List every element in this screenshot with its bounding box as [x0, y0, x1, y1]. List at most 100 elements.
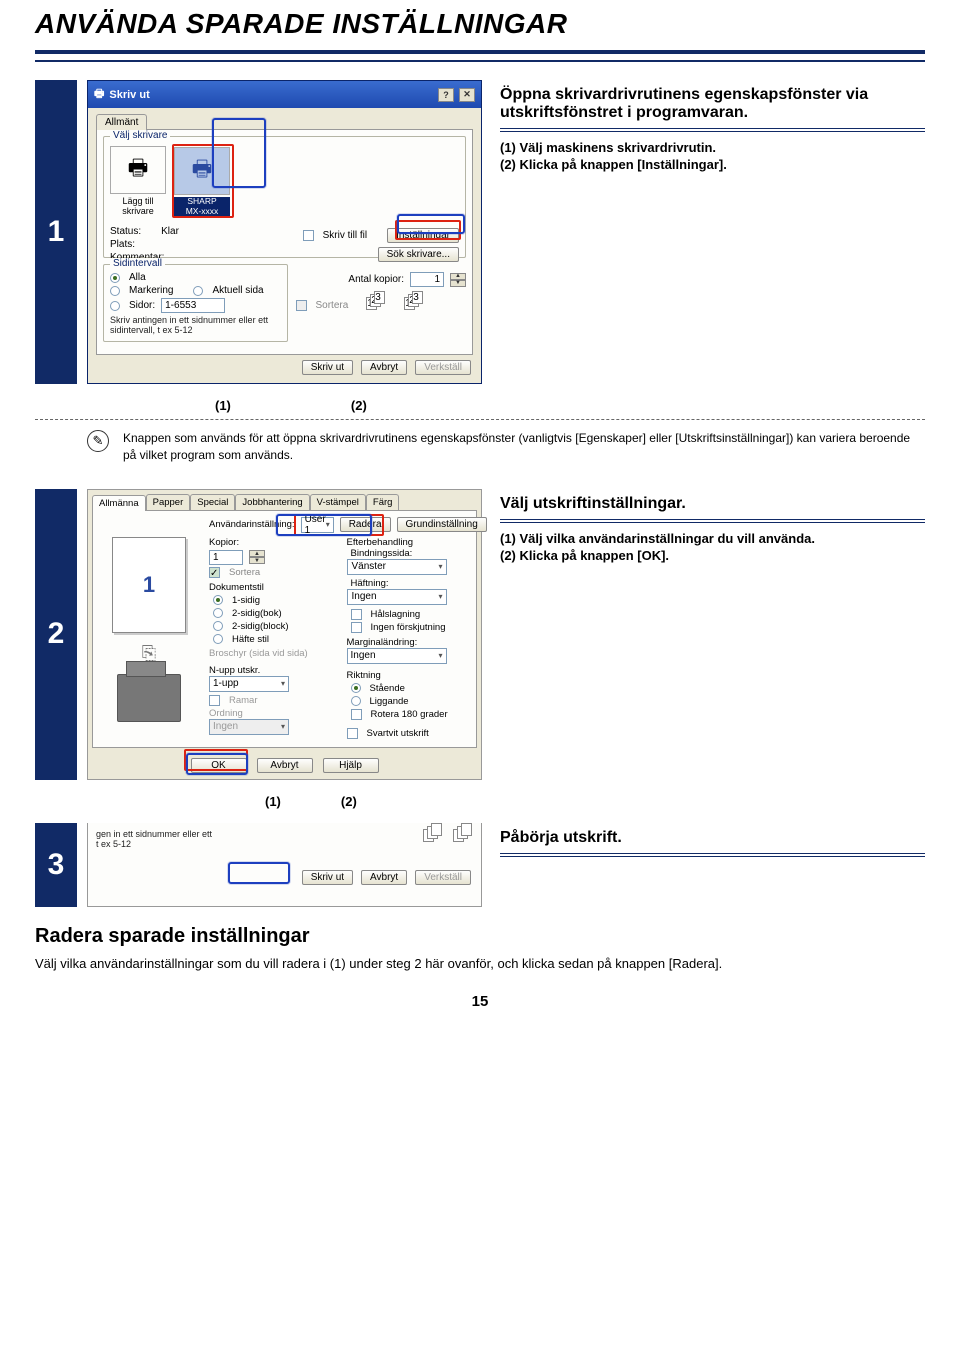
radio-landscape[interactable]	[351, 696, 361, 706]
hint3-2: t ex 5-12	[96, 839, 212, 849]
tab-vstampel[interactable]: V-stämpel	[310, 494, 366, 510]
pages-field[interactable]	[161, 298, 225, 313]
cancel-button-3[interactable]: Avbryt	[361, 870, 407, 885]
print-button[interactable]: Skriv ut	[302, 360, 353, 375]
print-to-file-label: Skriv till fil	[323, 230, 367, 241]
orient-label: Riktning	[347, 670, 471, 681]
user-settings-select[interactable]: User 1	[301, 517, 334, 533]
defaults-button[interactable]: Grundinställning	[397, 517, 487, 532]
add-printer[interactable]: 🖶 Lägg till skrivare	[110, 146, 166, 216]
apply-button-3: Verkställ	[415, 870, 471, 885]
step-1-lead: Öppna skrivardrivrutinens egenskapsfönst…	[500, 86, 925, 122]
copies-field[interactable]	[410, 272, 444, 287]
tab-papper[interactable]: Papper	[146, 494, 191, 510]
radio-1sidig[interactable]	[213, 595, 223, 605]
punch-label: Hålslagning	[371, 609, 421, 620]
o1-label: Stående	[370, 683, 405, 694]
spin-down-icon[interactable]: ▼	[450, 280, 466, 287]
hint3-1: gen in ett sidnummer eller ett	[96, 829, 212, 839]
bind-select[interactable]: Vänster	[347, 559, 447, 575]
radio-hafte[interactable]	[213, 634, 223, 644]
page-number: 15	[35, 993, 925, 1010]
offset-label: Ingen förskjutning	[371, 622, 446, 633]
o3-label: Rotera 180 grader	[371, 709, 448, 720]
tab-general[interactable]: Allmänt	[96, 114, 147, 130]
radio-current[interactable]	[193, 286, 203, 296]
radio-2sidig-block[interactable]	[213, 621, 223, 631]
copies2-field[interactable]	[209, 550, 243, 565]
add-printer-label: Lägg till skrivare	[110, 196, 166, 216]
spin-up-icon[interactable]: ▲	[450, 273, 466, 280]
radio-pages[interactable]	[110, 301, 120, 311]
cancel-button[interactable]: Avbryt	[361, 360, 407, 375]
radio-selection[interactable]	[110, 286, 120, 296]
tab-allmanna[interactable]: Allmänna	[92, 495, 146, 511]
printer-item[interactable]: 🖶 SHARP MX-xxxx	[174, 147, 230, 216]
cancel2-button[interactable]: Avbryt	[257, 758, 313, 773]
tab-farg[interactable]: Färg	[366, 494, 400, 510]
radio-2sidig-bok[interactable]	[213, 608, 223, 618]
sort-label: Sortera	[229, 567, 260, 578]
copies2-label: Kopior:	[209, 537, 333, 548]
ds1-label: 1-sidig	[232, 595, 260, 606]
location-label: Plats:	[110, 239, 135, 250]
nup-label: N-upp utskr.	[209, 665, 333, 676]
print-button-3[interactable]: Skriv ut	[302, 870, 353, 885]
user-settings-label: Användarinställning:	[209, 519, 295, 530]
section-delete-title: Radera sparade inställningar	[35, 925, 925, 948]
preview-number: 1	[143, 572, 155, 598]
help-button[interactable]: Hjälp	[323, 758, 379, 773]
collate-icon-1: 123	[366, 297, 386, 313]
rule-thin	[35, 60, 925, 62]
apply-button: Verkställ	[415, 360, 471, 375]
callout-1b: (1)	[265, 794, 281, 809]
dialog-titlebar: 🖶 Skriv ut ? ✕	[88, 81, 481, 108]
add-printer-icon: 🖶	[128, 151, 149, 189]
margin-label: Marginaländring:	[347, 637, 471, 648]
radio-all[interactable]	[110, 273, 120, 283]
radio-portrait[interactable]	[351, 683, 361, 693]
tab-special[interactable]: Special	[190, 494, 235, 510]
dashed-separator	[35, 419, 925, 420]
docstyle-label: Dokumentstil	[209, 582, 333, 593]
radio-all-label: Alla	[129, 272, 146, 283]
sort-checkbox[interactable]: ✓	[209, 567, 220, 578]
settings-button[interactable]: Inställningar	[387, 228, 459, 243]
nup-select[interactable]: 1-upp	[209, 676, 289, 692]
bw-checkbox[interactable]	[347, 728, 358, 739]
find-printer-button[interactable]: Sök skrivare...	[378, 247, 459, 262]
spin-up-icon[interactable]: ▲	[249, 550, 265, 557]
dialog-title: Skriv ut	[109, 89, 149, 101]
pagerange-hint-2: sidintervall, t ex 5-12	[110, 325, 281, 335]
print-dialog: 🖶 Skriv ut ? ✕ Allmänt Välj skrivare	[87, 80, 482, 384]
step-1-number: 1	[35, 80, 77, 384]
step-2-line-2: (2) Klicka på knappen [OK].	[500, 548, 925, 563]
callout-1: (1)	[215, 398, 231, 413]
print-dialog-footer: gen in ett sidnummer eller ett t ex 5-12…	[87, 823, 482, 907]
bw-label: Svartvit utskrift	[367, 728, 429, 739]
offset-checkbox[interactable]	[351, 622, 362, 633]
callout-2: (2)	[351, 398, 367, 413]
callout-2b: (2)	[341, 794, 357, 809]
tab-jobbhantering[interactable]: Jobbhantering	[235, 494, 309, 510]
frames-checkbox[interactable]	[209, 695, 220, 706]
status-label: Status:	[110, 226, 141, 237]
margin-select[interactable]: Ingen	[347, 648, 447, 664]
punch-checkbox[interactable]	[351, 609, 362, 620]
step-2-lead: Välj utskriftinställningar.	[500, 495, 925, 513]
staple-select[interactable]: Ingen	[347, 589, 447, 605]
delete-button[interactable]: Radera	[340, 517, 391, 532]
ok-button[interactable]: OK	[191, 758, 247, 773]
collate-checkbox[interactable]	[296, 300, 307, 311]
ds2-label: 2-sidig(bok)	[232, 608, 282, 619]
help-icon[interactable]: ?	[438, 88, 454, 102]
collate-label: Sortera	[316, 300, 349, 311]
spin-down-icon[interactable]: ▼	[249, 557, 265, 564]
copies-label: Antal kopior:	[348, 274, 404, 285]
bind-label: Bindningssida:	[347, 548, 471, 559]
o2-label: Liggande	[370, 696, 409, 707]
printer-label-2: MX-xxxx	[186, 206, 219, 216]
rotate180-checkbox[interactable]	[351, 709, 362, 720]
print-to-file-checkbox[interactable]	[303, 230, 314, 241]
close-icon[interactable]: ✕	[459, 88, 475, 102]
